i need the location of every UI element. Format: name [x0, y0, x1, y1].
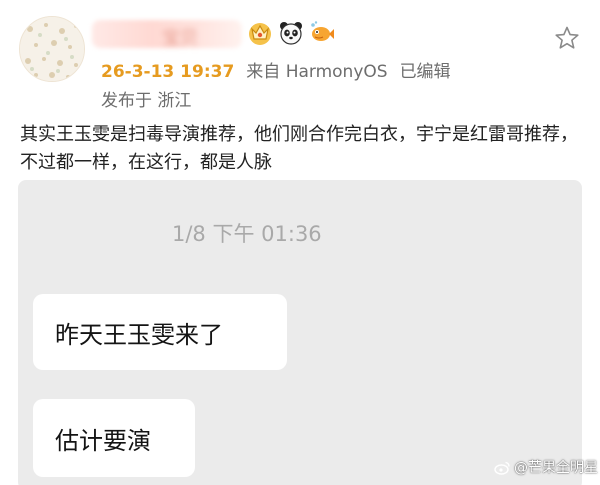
- badge-row: [247, 17, 335, 49]
- crown-badge-icon[interactable]: [247, 20, 273, 46]
- chat-timestamp: 1/8 下午 01:36: [172, 222, 322, 246]
- chat-message-text: 昨天王玉雯来了: [55, 320, 223, 349]
- username-blurred[interactable]: 宝贝: [92, 20, 242, 49]
- panda-badge-icon[interactable]: [278, 20, 304, 46]
- post-source: 来自 HarmonyOS: [246, 62, 388, 82]
- favorite-star-icon[interactable]: [554, 25, 580, 51]
- chat-message-text: 估计要演: [55, 426, 151, 455]
- username: 宝贝: [162, 28, 198, 49]
- watermark-text: @芒果全明星: [514, 460, 598, 476]
- chat-bubble: 昨天王玉雯来了: [33, 294, 287, 370]
- weibo-post-page: 宝贝 26-3-13 19:37 来自 HarmonyOS 已编辑 发布于 浙江…: [0, 0, 600, 485]
- avatar-pattern-icon: [20, 17, 84, 81]
- fish-badge-icon[interactable]: [309, 20, 335, 46]
- post-location: 发布于 浙江: [101, 91, 192, 111]
- chat-bubble: 估计要演: [33, 399, 195, 477]
- edited-label[interactable]: 已编辑: [400, 57, 451, 82]
- watermark: @芒果全明星: [494, 457, 598, 477]
- weibo-logo-icon: [494, 461, 510, 475]
- post-time: 26-3-13 19:37: [101, 62, 235, 82]
- post-meta: 26-3-13 19:37 来自 HarmonyOS 已编辑: [101, 57, 451, 82]
- post-text: 其实王玉雯是扫毒导演推荐，他们刚合作完白衣，宇宁是红雷哥推荐，不过都一样，在这行…: [20, 124, 578, 173]
- avatar[interactable]: [19, 16, 85, 82]
